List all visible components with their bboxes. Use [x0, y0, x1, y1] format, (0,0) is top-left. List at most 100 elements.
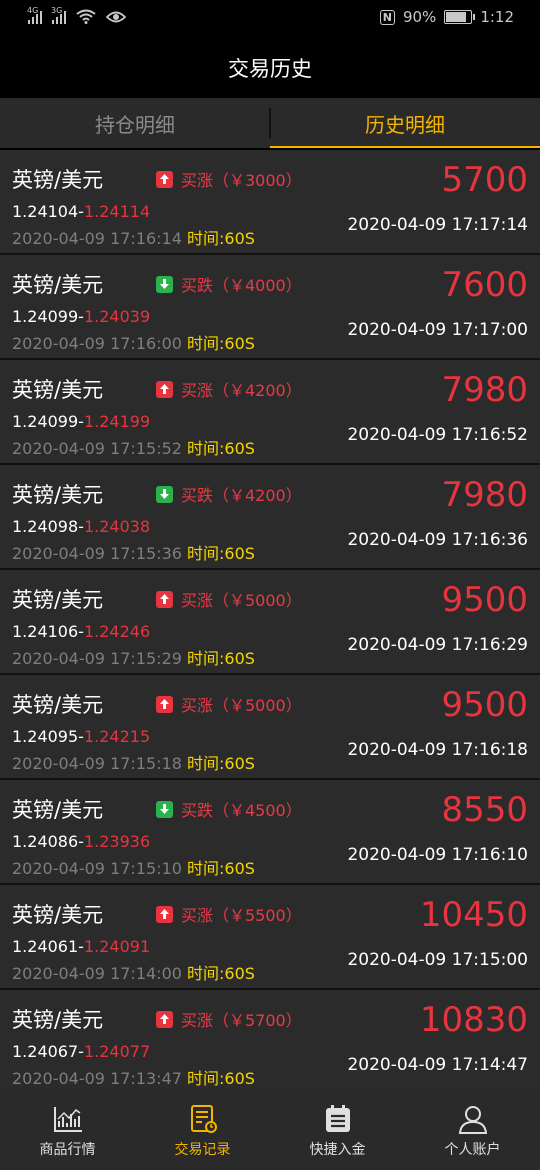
battery-percent: 90%: [402, 8, 437, 26]
trade-pair: 英镑/美元: [12, 1008, 104, 1032]
trade-row[interactable]: 英镑/美元 买跌（￥4200） 7980 1.24098-1.24038 202…: [0, 465, 540, 568]
trade-prices: 1.24095-1.24215: [12, 727, 151, 746]
duration-label: 时间:60S: [187, 229, 255, 248]
open-price: 1.24104: [12, 202, 79, 221]
open-time: 2020-04-09 17:15:29 时间:60S: [12, 649, 255, 668]
trade-amount: 8550: [441, 790, 528, 830]
duration-label: 时间:60S: [187, 1069, 255, 1088]
arrow-up-icon: [156, 170, 173, 188]
close-time: 2020-04-09 17:16:18: [347, 740, 528, 760]
trade-row[interactable]: 英镑/美元 买涨（￥4200） 7980 1.24099-1.24199 202…: [0, 360, 540, 463]
trade-direction: 买涨（￥5000）: [156, 692, 302, 716]
trade-pair: 英镑/美元: [12, 588, 104, 612]
arrow-down-icon: [156, 485, 173, 503]
trade-row[interactable]: 英镑/美元 买涨（￥3000） 5700 1.24104-1.24114 202…: [0, 150, 540, 253]
battery-icon: [444, 10, 476, 24]
signal-icon: 3G: [51, 6, 66, 24]
trade-amount: 10450: [419, 895, 528, 935]
eye-icon: [106, 11, 126, 23]
chart-icon: [53, 1107, 82, 1132]
bottom-nav: 商品行情 交易记录 快捷入金 个人账户: [0, 1092, 540, 1170]
duration-label: 时间:60S: [187, 649, 255, 668]
status-indicators: 4G 3G: [27, 6, 126, 24]
arrow-up-icon: [156, 380, 173, 398]
signal-icon: 4G: [27, 6, 42, 24]
direction-label: 买涨（￥4200）: [181, 381, 302, 400]
nav-deposit-label: 快捷入金: [309, 1142, 366, 1158]
trade-direction: 买涨（￥5000）: [156, 587, 302, 611]
trade-amount: 9500: [441, 685, 528, 725]
wifi-icon: [76, 9, 96, 24]
tab-positions[interactable]: 持仓明细: [0, 98, 270, 148]
trade-amount: 5700: [441, 160, 528, 200]
trade-row[interactable]: 英镑/美元 买涨（￥5700） 10830 1.24067-1.24077 20…: [0, 990, 540, 1092]
open-price: 1.24099: [12, 412, 79, 431]
direction-label: 买跌（￥4200）: [181, 486, 302, 505]
open-time: 2020-04-09 17:13:47 时间:60S: [12, 1069, 255, 1088]
user-icon: [458, 1106, 487, 1134]
deposit-icon: [325, 1105, 350, 1132]
nav-records-label: 交易记录: [174, 1142, 231, 1158]
trade-direction: 买涨（￥5700）: [156, 1007, 302, 1031]
nav-market[interactable]: 商品行情: [0, 1092, 135, 1170]
tab-bar: 持仓明细 历史明细: [0, 98, 540, 148]
direction-label: 买涨（￥5000）: [181, 591, 302, 610]
trade-pair: 英镑/美元: [12, 693, 104, 717]
close-price: 1.24091: [83, 937, 151, 956]
trade-row[interactable]: 英镑/美元 买涨（￥5000） 9500 1.24106-1.24246 202…: [0, 570, 540, 673]
open-price: 1.24061: [12, 937, 79, 956]
open-time: 2020-04-09 17:16:14 时间:60S: [12, 229, 255, 248]
trade-amount: 7980: [441, 370, 528, 410]
arrow-down-icon: [156, 800, 173, 818]
tab-history[interactable]: 历史明细: [270, 98, 540, 148]
arrow-up-icon: [156, 1010, 173, 1028]
trade-row[interactable]: 英镑/美元 买跌（￥4500） 8550 1.24086-1.23936 202…: [0, 780, 540, 883]
trade-prices: 1.24086-1.23936: [12, 832, 151, 851]
direction-label: 买涨（￥5000）: [181, 696, 302, 715]
close-price: 1.24199: [83, 412, 151, 431]
open-time: 2020-04-09 17:15:18 时间:60S: [12, 754, 255, 773]
trade-pair: 英镑/美元: [12, 483, 104, 507]
open-price: 1.24086: [12, 832, 79, 851]
nav-market-label: 商品行情: [39, 1142, 96, 1158]
trade-direction: 买跌（￥4500）: [156, 797, 302, 821]
nav-deposit[interactable]: 快捷入金: [270, 1092, 405, 1170]
close-price: 1.24039: [83, 307, 151, 326]
trade-list[interactable]: 英镑/美元 买涨（￥3000） 5700 1.24104-1.24114 202…: [0, 150, 540, 1092]
trade-amount: 7600: [441, 265, 528, 305]
nav-account-label: 个人账户: [444, 1142, 501, 1158]
trade-pair: 英镑/美元: [12, 903, 104, 927]
close-time: 2020-04-09 17:17:14: [347, 215, 528, 235]
nav-account[interactable]: 个人账户: [405, 1092, 540, 1170]
close-price: 1.24077: [83, 1042, 151, 1061]
clock: 1:12: [480, 8, 514, 26]
page-title: 交易历史: [0, 38, 540, 98]
trade-prices: 1.24061-1.24091: [12, 937, 151, 956]
duration-label: 时间:60S: [187, 334, 255, 353]
record-icon: [190, 1105, 217, 1133]
trade-pair: 英镑/美元: [12, 798, 104, 822]
status-right: N 90% 1:12: [379, 8, 514, 26]
trade-amount: 9500: [441, 580, 528, 620]
open-price: 1.24095: [12, 727, 79, 746]
nav-records[interactable]: 交易记录: [135, 1092, 270, 1170]
trade-direction: 买涨（￥4200）: [156, 377, 302, 401]
trade-row[interactable]: 英镑/美元 买涨（￥5500） 10450 1.24061-1.24091 20…: [0, 885, 540, 988]
arrow-up-icon: [156, 590, 173, 608]
trade-prices: 1.24099-1.24039: [12, 307, 151, 326]
arrow-up-icon: [156, 905, 173, 923]
open-time: 2020-04-09 17:14:00 时间:60S: [12, 964, 255, 983]
close-price: 1.24038: [83, 517, 151, 536]
direction-label: 买涨（￥5700）: [181, 1011, 302, 1030]
trade-row[interactable]: 英镑/美元 买跌（￥4000） 7600 1.24099-1.24039 202…: [0, 255, 540, 358]
trade-direction: 买跌（￥4200）: [156, 482, 302, 506]
close-price: 1.23936: [83, 832, 151, 851]
trade-pair: 英镑/美元: [12, 168, 104, 192]
direction-label: 买跌（￥4500）: [181, 801, 302, 820]
duration-label: 时间:60S: [187, 754, 255, 773]
trade-prices: 1.24104-1.24114: [12, 202, 151, 221]
close-price: 1.24114: [83, 202, 151, 221]
close-price: 1.24215: [83, 727, 151, 746]
close-time: 2020-04-09 17:16:10: [347, 845, 528, 865]
trade-row[interactable]: 英镑/美元 买涨（￥5000） 9500 1.24095-1.24215 202…: [0, 675, 540, 778]
